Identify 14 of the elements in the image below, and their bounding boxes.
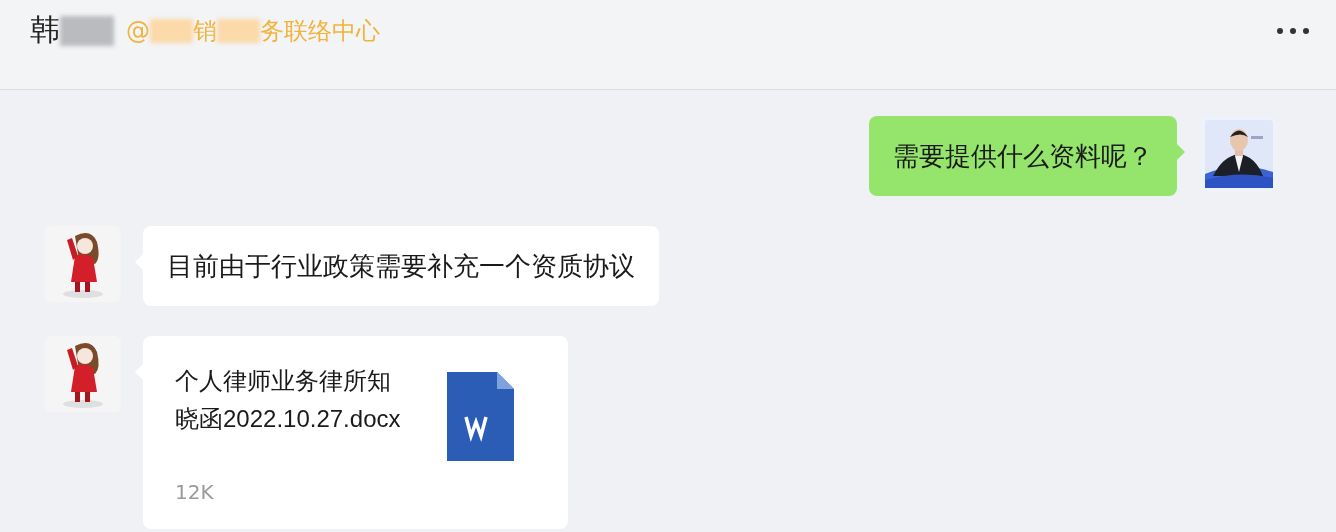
message-bubble: 目前由于行业政策需要补充一个资质协议 [143, 226, 659, 306]
redaction-patch [60, 15, 114, 46]
file-size: 12K [175, 479, 215, 506]
organization-name: 销 [193, 15, 218, 47]
file-card[interactable]: 个人律师业务律所知晓函2022.10.27.docx 12K [143, 336, 568, 529]
redaction-patch [150, 18, 194, 43]
organization-name: @ [126, 16, 150, 45]
file-name: 个人律师业务律所知晓函2022.10.27.docx [175, 366, 402, 434]
message-bubble: 需要提供什么资料呢？ [869, 116, 1177, 196]
redaction-patch [217, 18, 261, 43]
contact-name: 韩 [30, 11, 60, 49]
more-icon[interactable] [1276, 26, 1310, 35]
organization-name: 务联络中心 [260, 15, 381, 47]
word-document-icon [447, 372, 514, 461]
